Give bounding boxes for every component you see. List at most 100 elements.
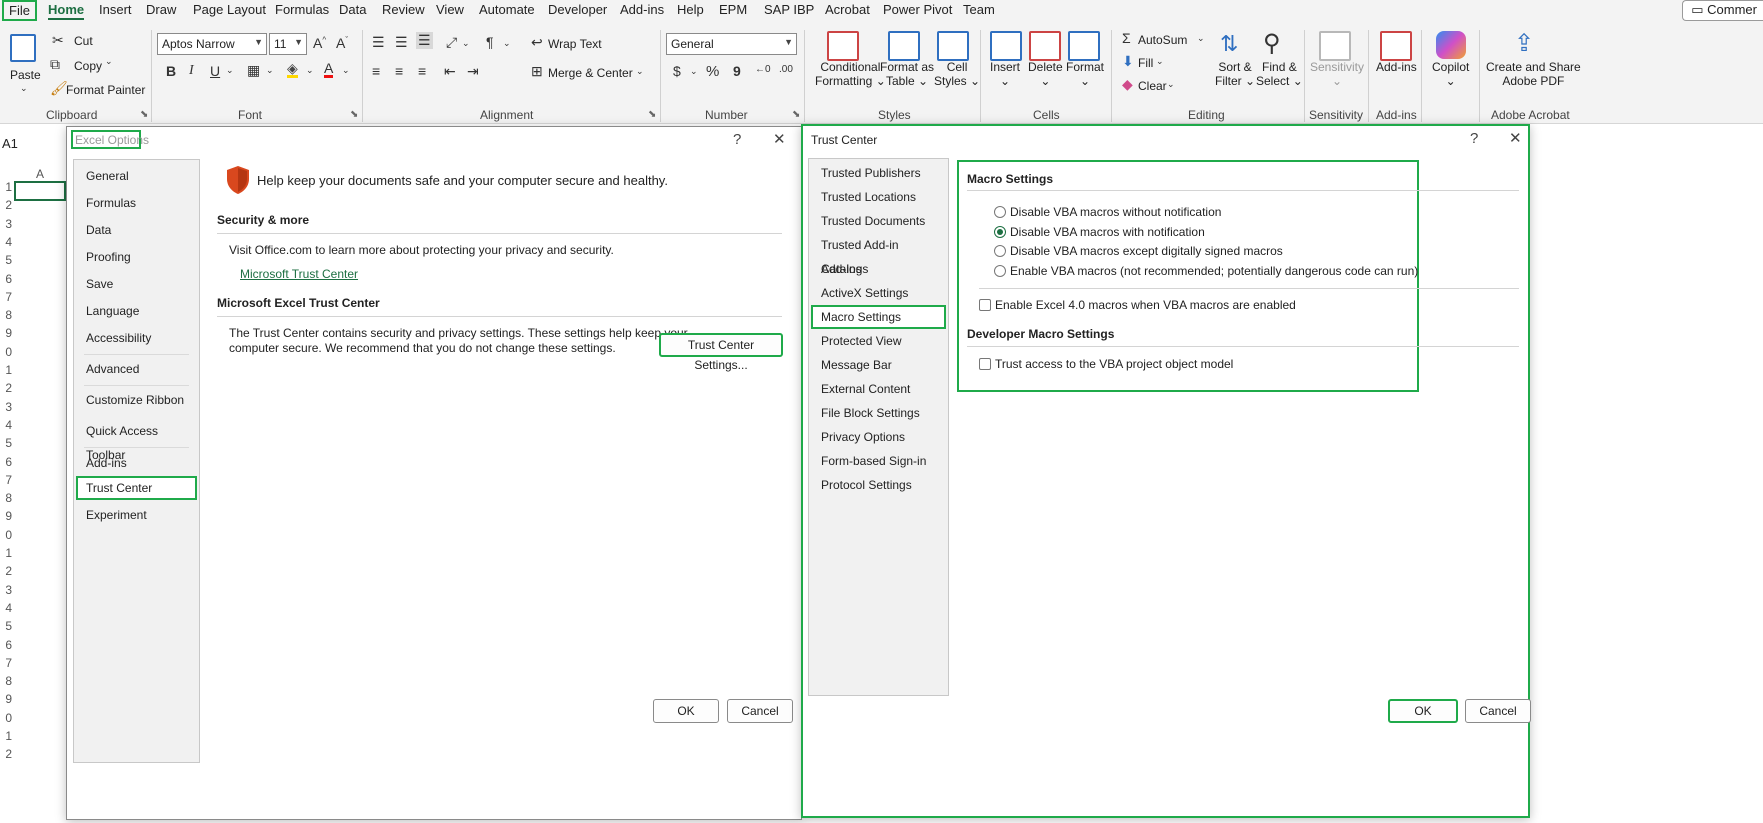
nav-experiment[interactable]: Experiment — [76, 503, 197, 527]
format-as-table-button[interactable]: Format as Table ⌄ — [880, 60, 934, 88]
font-color-icon[interactable]: A — [324, 61, 334, 78]
nav-macro-settings[interactable]: Macro Settings — [811, 305, 946, 329]
row-header[interactable]: 9 — [0, 509, 12, 523]
fill-button[interactable]: Fill — [1138, 56, 1153, 70]
tab-review[interactable]: Review — [382, 2, 425, 17]
align-left-icon[interactable]: ≡ — [372, 63, 380, 79]
row-header[interactable]: 1 — [0, 363, 12, 377]
clear-button[interactable]: Clear — [1138, 79, 1167, 93]
create-share-pdf-button[interactable]: Create and Share Adobe PDF — [1486, 60, 1581, 88]
format-painter-button[interactable]: Format Painter — [66, 83, 145, 97]
tab-formulas[interactable]: Formulas — [275, 2, 329, 17]
row-header[interactable]: 7 — [0, 473, 12, 487]
add-ins-button[interactable]: Add-ins — [1376, 60, 1417, 74]
row-header[interactable]: 3 — [0, 583, 12, 597]
row-header[interactable]: 6 — [0, 638, 12, 652]
vba-object-model-checkbox[interactable] — [979, 358, 991, 370]
decrease-font-icon[interactable]: Aˇ — [336, 35, 348, 51]
row-header[interactable]: 4 — [0, 235, 12, 249]
tab-epm[interactable]: EPM — [719, 2, 747, 17]
column-header-a[interactable]: A — [36, 167, 44, 181]
align-right-icon[interactable]: ≡ — [418, 63, 426, 79]
delete-cells-button[interactable]: Delete ⌄ — [1028, 60, 1063, 88]
copy-button[interactable]: Copy — [74, 59, 102, 73]
ok-button[interactable]: OK — [653, 699, 719, 723]
active-cell[interactable] — [14, 181, 66, 201]
nav-save[interactable]: Save — [76, 272, 197, 296]
currency-button[interactable]: $ — [673, 63, 681, 79]
nav-add-ins[interactable]: Add-ins — [811, 257, 946, 281]
row-header[interactable]: 2 — [0, 381, 12, 395]
nav-general[interactable]: General — [76, 164, 197, 188]
macro-option-radio[interactable] — [994, 225, 1006, 238]
row-header[interactable]: 8 — [0, 491, 12, 505]
cancel-button[interactable]: Cancel — [1465, 699, 1531, 723]
wrap-text-button[interactable]: Wrap Text — [548, 37, 602, 51]
excel4-macros-checkbox[interactable] — [979, 299, 991, 311]
row-header[interactable]: 5 — [0, 436, 12, 450]
italic-button[interactable]: I — [189, 63, 194, 79]
number-format-combo[interactable]: General ▼ — [666, 33, 797, 55]
row-header[interactable]: 6 — [0, 455, 12, 469]
paste-button[interactable]: Paste — [10, 68, 41, 82]
nav-message-bar[interactable]: Message Bar — [811, 353, 946, 377]
row-header[interactable]: 4 — [0, 601, 12, 615]
percent-button[interactable]: % — [706, 63, 719, 80]
tab-home[interactable]: Home — [48, 2, 85, 20]
increase-decimal-icon[interactable]: ←0 — [755, 64, 771, 75]
nav-external-content[interactable]: External Content — [811, 377, 946, 401]
find-select-button[interactable]: Find & Select ⌄ — [1256, 60, 1303, 88]
tab-help[interactable]: Help — [677, 2, 704, 17]
row-header[interactable]: 2 — [0, 747, 12, 761]
dialog-launcher-icon[interactable]: ⬊ — [648, 109, 656, 120]
macro-option-radio[interactable] — [994, 264, 1006, 277]
row-header[interactable]: 1 — [0, 729, 12, 743]
nav-protected-view[interactable]: Protected View — [811, 329, 946, 353]
format-cells-button[interactable]: Format ⌄ — [1066, 60, 1104, 88]
merge-center-button[interactable]: Merge & Center — [548, 66, 633, 80]
bold-button[interactable]: B — [166, 63, 176, 79]
row-header[interactable]: 1 — [0, 180, 12, 194]
row-header[interactable]: 0 — [0, 345, 12, 359]
tab-sap-ibp[interactable]: SAP IBP — [764, 2, 814, 17]
close-icon[interactable]: ✕ — [1509, 129, 1522, 147]
row-header[interactable]: 3 — [0, 400, 12, 414]
row-header[interactable]: 0 — [0, 528, 12, 542]
cancel-button[interactable]: Cancel — [727, 699, 793, 723]
row-header[interactable]: 9 — [0, 326, 12, 340]
align-bottom-icon[interactable]: ☰ — [416, 32, 433, 49]
text-direction-icon[interactable]: ¶ — [486, 34, 494, 50]
nav-trusted-locations[interactable]: Trusted Locations — [811, 185, 946, 209]
nav-protocol-settings[interactable]: Protocol Settings — [811, 473, 946, 497]
dialog-launcher-icon[interactable]: ⬊ — [792, 109, 800, 120]
row-header[interactable]: 7 — [0, 290, 12, 304]
align-top-icon[interactable]: ☰ — [372, 34, 385, 51]
align-center-icon[interactable]: ≡ — [395, 63, 403, 79]
tab-page-layout[interactable]: Page Layout — [193, 2, 266, 17]
row-header[interactable]: 8 — [0, 674, 12, 688]
dialog-launcher-icon[interactable]: ⬊ — [350, 109, 358, 120]
microsoft-trust-center-link[interactable]: Microsoft Trust Center — [240, 267, 358, 281]
row-header[interactable]: 4 — [0, 418, 12, 432]
trust-center-settings-button[interactable]: Trust Center Settings... — [659, 333, 783, 372]
row-header[interactable]: 2 — [0, 198, 12, 212]
nav-customize-ribbon[interactable]: Customize Ribbon — [76, 388, 197, 412]
comma-button[interactable]: 9 — [733, 63, 741, 79]
underline-button[interactable]: U — [210, 63, 220, 79]
increase-font-icon[interactable]: A^ — [313, 35, 326, 51]
cut-button[interactable]: Cut — [74, 34, 93, 48]
tab-team[interactable]: Team — [963, 2, 995, 17]
sort-filter-button[interactable]: Sort & Filter ⌄ — [1215, 60, 1255, 88]
nav-data[interactable]: Data — [76, 218, 197, 242]
borders-icon[interactable]: ▦ — [247, 62, 260, 79]
copilot-button[interactable]: Copilot ⌄ — [1432, 60, 1469, 88]
help-icon[interactable]: ? — [1470, 130, 1478, 147]
nav-trusted-add-in-catalogs[interactable]: Trusted Add-in Catalogs — [811, 233, 946, 276]
align-middle-icon[interactable]: ☰ — [395, 34, 408, 51]
autosum-button[interactable]: AutoSum — [1138, 33, 1187, 47]
row-header[interactable]: 0 — [0, 711, 12, 725]
tab-draw[interactable]: Draw — [146, 2, 176, 17]
tab-data[interactable]: Data — [339, 2, 366, 17]
nav-language[interactable]: Language — [76, 299, 197, 323]
decrease-indent-icon[interactable]: ⇤ — [444, 63, 456, 80]
